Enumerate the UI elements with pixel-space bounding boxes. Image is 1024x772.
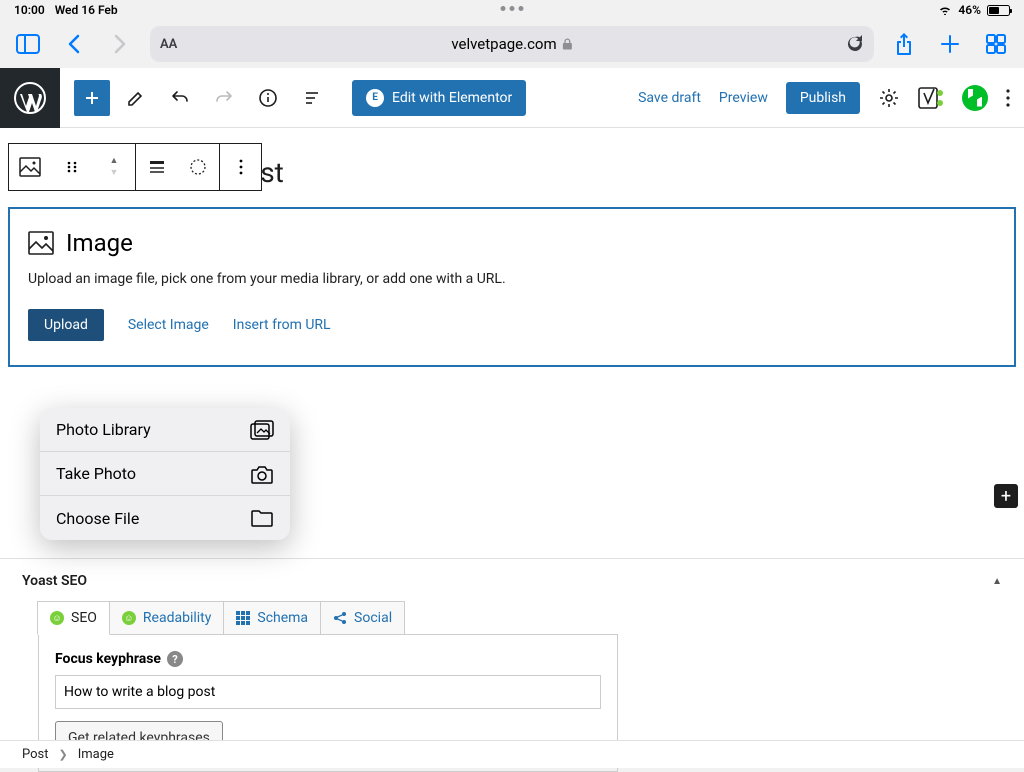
photo-library-label: Photo Library — [56, 420, 151, 439]
block-more-icon[interactable] — [219, 144, 261, 190]
elementor-button[interactable]: E Edit with Elementor — [352, 80, 526, 116]
image-block-title: Image — [66, 229, 133, 257]
image-block-icon — [28, 231, 54, 255]
choose-file-label: Choose File — [56, 509, 139, 528]
wp-editor-header: E Edit with Elementor Save draft Preview… — [0, 68, 1024, 128]
yoast-tabs: ☺SEO ☺Readability Schema Social — [38, 601, 1002, 635]
block-movers[interactable]: ▲▼ — [93, 144, 135, 190]
focus-keyphrase-label: Focus keyphrase? — [55, 651, 601, 667]
new-tab-icon[interactable] — [934, 28, 966, 60]
tab-schema[interactable]: Schema — [223, 601, 321, 635]
undo-button[interactable] — [162, 80, 198, 116]
take-photo-option[interactable]: Take Photo — [40, 452, 290, 496]
breadcrumb-root[interactable]: Post — [22, 747, 49, 762]
elementor-badge-icon: E — [366, 89, 384, 107]
url-text: velvetpage.com — [451, 35, 556, 53]
chevron-right-icon: ❯ — [59, 748, 68, 761]
status-time: 10:00 — [14, 3, 45, 17]
wifi-icon — [938, 5, 952, 15]
forward-button — [104, 28, 136, 60]
reload-icon[interactable] — [846, 35, 864, 53]
folder-icon — [250, 509, 274, 527]
breadcrumb: Post ❯ Image — [0, 740, 1024, 768]
tab-readability[interactable]: ☺Readability — [109, 601, 224, 635]
select-image-button[interactable]: Select Image — [128, 317, 209, 333]
save-draft-button[interactable]: Save draft — [638, 90, 701, 106]
post-title[interactable]: v post — [208, 156, 1016, 189]
schema-grid-icon — [236, 611, 250, 625]
upload-button[interactable]: Upload — [28, 309, 104, 341]
choose-file-option[interactable]: Choose File — [40, 496, 290, 540]
block-toolbar: ▲▼ — [8, 143, 262, 191]
back-button[interactable] — [58, 28, 90, 60]
insert-from-url-button[interactable]: Insert from URL — [233, 317, 331, 333]
block-type-image-icon[interactable] — [9, 144, 51, 190]
settings-icon[interactable] — [878, 87, 900, 109]
help-icon[interactable]: ? — [167, 651, 183, 667]
inline-add-block-button[interactable]: + — [994, 484, 1018, 508]
status-date: Wed 16 Feb — [55, 3, 118, 17]
elementor-label: Edit with Elementor — [392, 90, 512, 106]
redo-button — [206, 80, 242, 116]
photo-library-option[interactable]: Photo Library — [40, 408, 290, 452]
yoast-icon[interactable] — [918, 87, 944, 109]
outline-icon[interactable] — [294, 80, 330, 116]
readability-status-dot-icon: ☺ — [122, 611, 136, 625]
ios-file-picker: Photo Library Take Photo Choose File — [40, 408, 290, 540]
more-options-icon[interactable] — [1006, 89, 1010, 107]
share-icon[interactable] — [888, 28, 920, 60]
image-block: Image Upload an image file, pick one fro… — [8, 207, 1016, 367]
crop-icon[interactable] — [177, 144, 219, 190]
align-icon[interactable] — [135, 144, 177, 190]
url-bar[interactable]: AA velvetpage.com — [150, 26, 874, 62]
share-small-icon — [333, 611, 347, 625]
multitask-dots-icon[interactable] — [501, 6, 524, 11]
tab-seo[interactable]: ☺SEO — [37, 601, 110, 635]
ios-status-bar: 10:00 Wed 16 Feb 46% — [0, 0, 1024, 20]
yoast-panel-title: Yoast SEO — [22, 573, 87, 589]
edit-mode-icon[interactable] — [118, 80, 154, 116]
take-photo-label: Take Photo — [56, 464, 136, 483]
yoast-panel: Yoast SEO ▲ ☺SEO ☺Readability Schema Soc… — [0, 558, 1024, 740]
preview-button[interactable]: Preview — [719, 90, 768, 106]
wordpress-logo-icon[interactable] — [0, 68, 60, 128]
breadcrumb-current[interactable]: Image — [78, 747, 114, 762]
tabs-overview-icon[interactable] — [980, 28, 1012, 60]
camera-icon — [250, 464, 274, 484]
photo-library-icon — [250, 420, 274, 440]
safari-toolbar: AA velvetpage.com — [0, 20, 1024, 68]
jetpack-icon[interactable] — [962, 85, 988, 111]
sidebar-toggle-icon[interactable] — [12, 28, 44, 60]
image-block-description: Upload an image file, pick one from your… — [28, 271, 996, 287]
lock-icon — [563, 38, 573, 50]
focus-keyphrase-input[interactable] — [55, 675, 601, 709]
details-icon[interactable] — [250, 80, 286, 116]
collapse-icon[interactable]: ▲ — [992, 576, 1002, 587]
publish-button[interactable]: Publish — [786, 82, 860, 114]
add-block-button[interactable] — [74, 80, 110, 116]
reader-aa-icon[interactable]: AA — [160, 37, 177, 52]
tab-social[interactable]: Social — [320, 601, 405, 635]
drag-handle-icon[interactable] — [51, 144, 93, 190]
battery-percent: 46% — [958, 3, 981, 17]
seo-status-dot-icon: ☺ — [50, 611, 64, 625]
battery-icon — [987, 5, 1010, 16]
